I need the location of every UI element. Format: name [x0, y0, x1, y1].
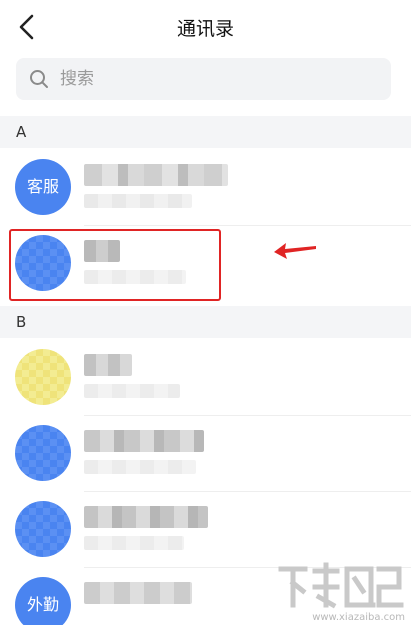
search-input[interactable] — [60, 58, 360, 100]
section-header-a: A — [0, 116, 411, 148]
annotation-arrow-icon — [274, 243, 316, 259]
contact-name-redacted — [84, 164, 228, 186]
contact-item[interactable] — [0, 416, 411, 492]
contact-subtitle-redacted — [84, 536, 184, 550]
section-header-b: B — [0, 306, 411, 338]
avatar-label: 客服 — [26, 177, 59, 196]
contact-item[interactable]: 客服 — [0, 150, 411, 226]
search-icon — [30, 70, 48, 88]
watermark-logo-icon — [278, 562, 404, 609]
avatar: 客服 — [15, 159, 71, 215]
contact-item[interactable] — [0, 340, 411, 416]
avatar: 外勤 — [15, 577, 71, 625]
contact-name-redacted — [84, 582, 192, 604]
annotation-highlight-box — [9, 229, 221, 301]
contact-name-redacted — [84, 430, 204, 452]
avatar — [15, 425, 71, 481]
avatar-label — [15, 349, 71, 405]
avatar-label: 外勤 — [26, 595, 59, 614]
contact-name-redacted — [84, 506, 208, 528]
contact-subtitle-redacted — [84, 384, 180, 398]
avatar-label — [15, 501, 71, 557]
contact-item[interactable] — [0, 492, 411, 568]
avatar — [15, 501, 71, 557]
page-title: 通讯录 — [176, 18, 234, 40]
contact-subtitle-redacted — [84, 194, 192, 208]
watermark-text: www.xiazaiba.com — [312, 612, 405, 623]
avatar-label — [15, 425, 71, 481]
avatar — [15, 349, 71, 405]
section-letter: B — [16, 313, 27, 331]
contact-name-redacted — [84, 354, 132, 376]
search-bar[interactable] — [16, 58, 391, 100]
section-letter: A — [16, 123, 27, 141]
top-bar: 通讯录 — [0, 0, 411, 56]
contact-subtitle-redacted — [84, 460, 196, 474]
